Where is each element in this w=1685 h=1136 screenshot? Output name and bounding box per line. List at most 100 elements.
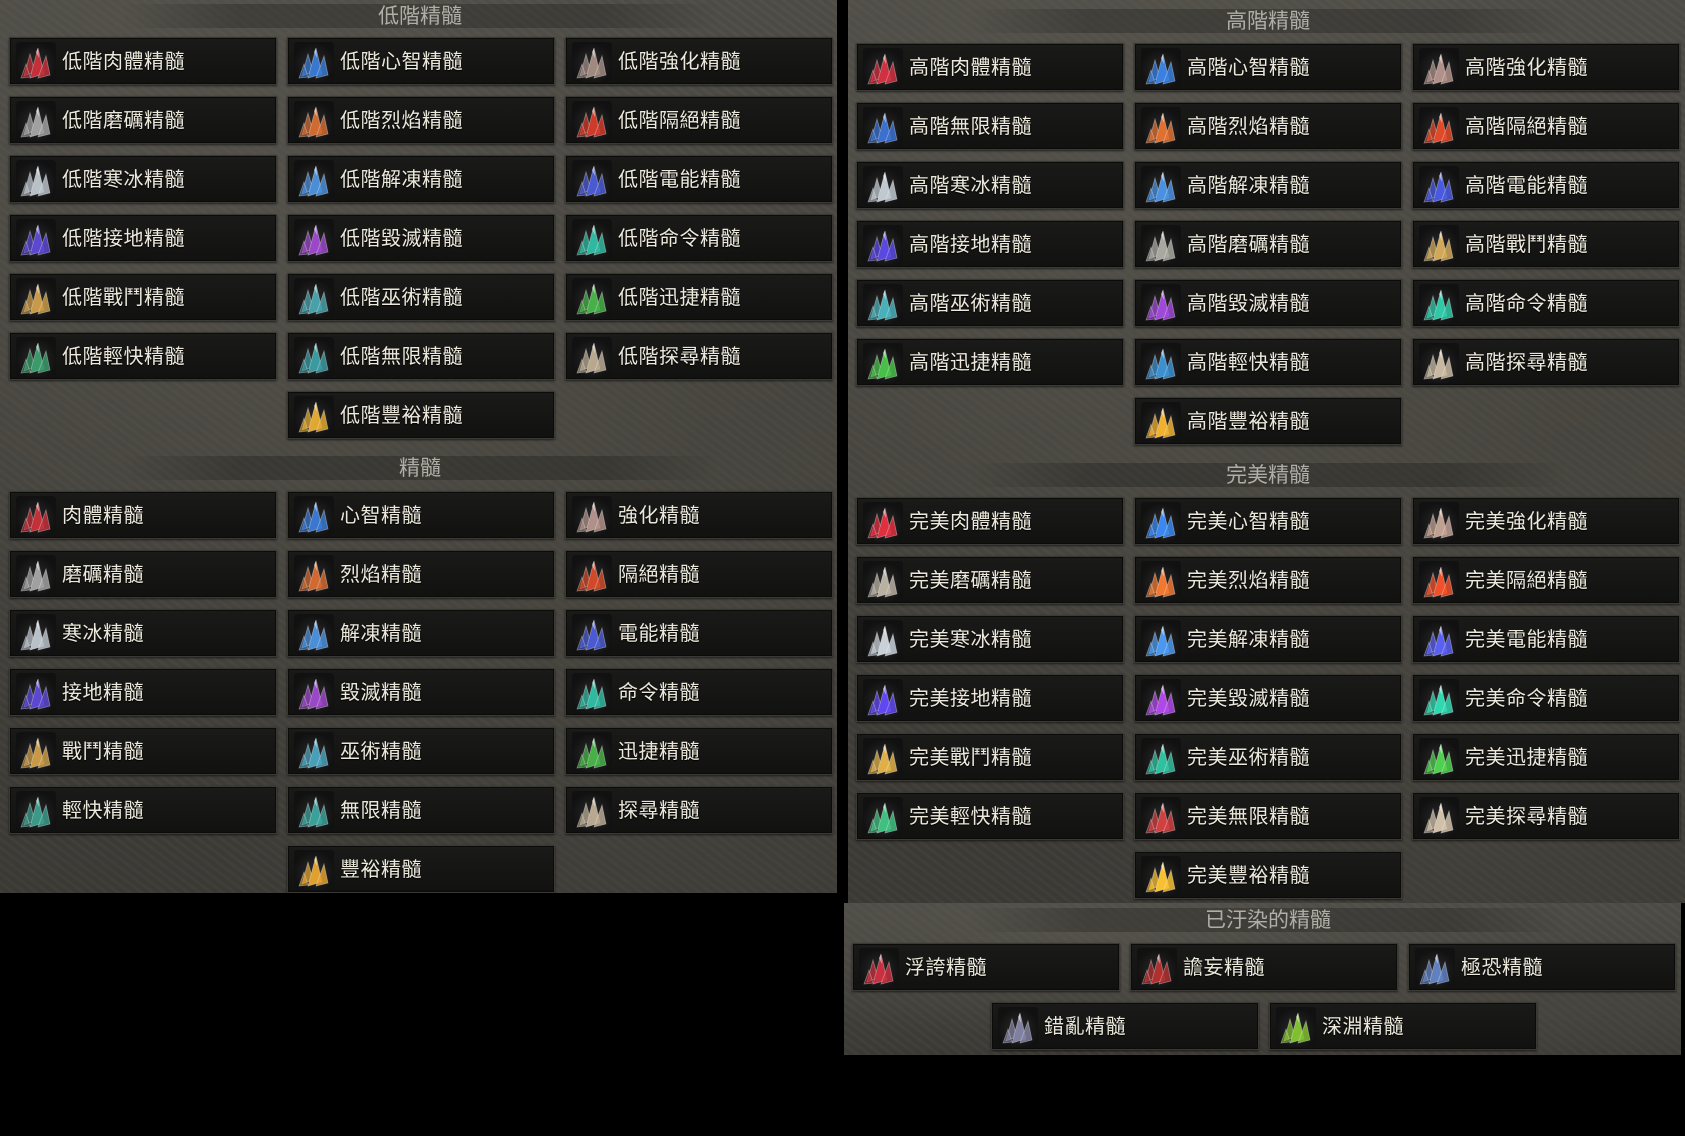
essence-item[interactable]: 低階探尋精髓 xyxy=(565,332,833,380)
essence-item[interactable]: 錯亂精髓 xyxy=(991,1002,1259,1050)
essence-item[interactable]: 低階隔絕精髓 xyxy=(565,96,833,144)
essence-item[interactable]: 完美肉體精髓 xyxy=(856,497,1124,545)
essence-label: 完美接地精髓 xyxy=(909,686,1032,710)
essence-item[interactable]: 高階巫術精髓 xyxy=(856,279,1124,327)
essence-item[interactable]: 輕快精髓 xyxy=(9,786,277,834)
essence-label: 高階電能精髓 xyxy=(1465,173,1588,197)
essence-item[interactable]: 低階接地精髓 xyxy=(9,214,277,262)
essence-item[interactable]: 高階強化精髓 xyxy=(1412,43,1680,91)
essence-item[interactable]: 完美毀滅精髓 xyxy=(1134,674,1402,722)
essence-item[interactable]: 毀滅精髓 xyxy=(287,668,555,716)
essence-item[interactable]: 低階命令精髓 xyxy=(565,214,833,262)
essence-item[interactable]: 高階隔絕精髓 xyxy=(1412,102,1680,150)
essence-label: 完美探尋精髓 xyxy=(1465,804,1588,828)
essence-item[interactable]: 高階肉體精髓 xyxy=(856,43,1124,91)
essence-item[interactable]: 解凍精髓 xyxy=(287,609,555,657)
essence-item[interactable]: 高階無限精髓 xyxy=(856,102,1124,150)
essence-item[interactable]: 高階輕快精髓 xyxy=(1134,338,1402,386)
essence-item[interactable]: 高階戰鬥精髓 xyxy=(1412,220,1680,268)
essence-item[interactable]: 完美巫術精髓 xyxy=(1134,733,1402,781)
essence-item[interactable]: 低階迅捷精髓 xyxy=(565,273,833,321)
essence-item[interactable]: 心智精髓 xyxy=(287,491,555,539)
essence-item[interactable]: 低階無限精髓 xyxy=(287,332,555,380)
essence-item[interactable]: 深淵精髓 xyxy=(1269,1002,1537,1050)
essence-item[interactable]: 低階豐裕精髓 xyxy=(287,391,555,439)
essence-item[interactable]: 低階戰鬥精髓 xyxy=(9,273,277,321)
essence-item[interactable]: 譫妄精髓 xyxy=(1130,943,1398,991)
essence-item[interactable]: 完美電能精髓 xyxy=(1412,615,1680,663)
essence-item[interactable]: 低階寒冰精髓 xyxy=(9,155,277,203)
essence-item[interactable]: 高階烈焰精髓 xyxy=(1134,102,1402,150)
essence-item[interactable]: 高階接地精髓 xyxy=(856,220,1124,268)
essence-item[interactable]: 隔絕精髓 xyxy=(565,550,833,598)
essence-item[interactable]: 低階烈焰精髓 xyxy=(287,96,555,144)
essence-item[interactable]: 低階磨礪精髓 xyxy=(9,96,277,144)
essence-item[interactable]: 完美磨礪精髓 xyxy=(856,556,1124,604)
essence-item[interactable]: 完美戰鬥精髓 xyxy=(856,733,1124,781)
essence-item[interactable]: 高階寒冰精髓 xyxy=(856,161,1124,209)
essence-crystal-icon xyxy=(294,850,334,890)
essence-crystal-icon xyxy=(294,614,334,654)
essence-item[interactable]: 高階豐裕精髓 xyxy=(1134,397,1402,445)
essence-item[interactable]: 低階肉體精髓 xyxy=(9,37,277,85)
essence-label: 毀滅精髓 xyxy=(340,680,422,704)
essence-item[interactable]: 完美探尋精髓 xyxy=(1412,792,1680,840)
essence-crystal-icon xyxy=(863,48,903,88)
essence-item[interactable]: 磨礪精髓 xyxy=(9,550,277,598)
essence-crystal-icon xyxy=(294,101,334,141)
essence-item[interactable]: 低階輕快精髓 xyxy=(9,332,277,380)
essence-label: 完美電能精髓 xyxy=(1465,627,1588,651)
essence-label: 低階心智精髓 xyxy=(340,49,463,73)
essence-item[interactable]: 完美隔絕精髓 xyxy=(1412,556,1680,604)
essence-item[interactable]: 完美寒冰精髓 xyxy=(856,615,1124,663)
essence-item[interactable]: 無限精髓 xyxy=(287,786,555,834)
essence-item[interactable]: 浮誇精髓 xyxy=(852,943,1120,991)
essence-item[interactable]: 完美豐裕精髓 xyxy=(1134,851,1402,899)
essence-item[interactable]: 高階迅捷精髓 xyxy=(856,338,1124,386)
essence-item[interactable]: 高階解凍精髓 xyxy=(1134,161,1402,209)
essence-crystal-icon xyxy=(1141,738,1181,778)
essence-label: 高階接地精髓 xyxy=(909,232,1032,256)
essence-item[interactable]: 極恐精髓 xyxy=(1408,943,1676,991)
essence-item[interactable]: 完美解凍精髓 xyxy=(1134,615,1402,663)
essence-item[interactable]: 強化精髓 xyxy=(565,491,833,539)
essence-item[interactable]: 完美烈焰精髓 xyxy=(1134,556,1402,604)
essence-item[interactable]: 命令精髓 xyxy=(565,668,833,716)
essence-item[interactable]: 低階巫術精髓 xyxy=(287,273,555,321)
essence-item[interactable]: 巫術精髓 xyxy=(287,727,555,775)
essence-item[interactable]: 低階毀滅精髓 xyxy=(287,214,555,262)
essence-item[interactable]: 迅捷精髓 xyxy=(565,727,833,775)
essence-label: 低階毀滅精髓 xyxy=(340,226,463,250)
essence-item[interactable]: 高階探尋精髓 xyxy=(1412,338,1680,386)
essence-label: 完美解凍精髓 xyxy=(1187,627,1310,651)
essence-item[interactable]: 完美無限精髓 xyxy=(1134,792,1402,840)
essence-item[interactable]: 探尋精髓 xyxy=(565,786,833,834)
essence-item[interactable]: 低階心智精髓 xyxy=(287,37,555,85)
essence-item[interactable]: 電能精髓 xyxy=(565,609,833,657)
essence-item[interactable]: 低階電能精髓 xyxy=(565,155,833,203)
essence-item[interactable]: 高階電能精髓 xyxy=(1412,161,1680,209)
essence-item[interactable]: 完美輕快精髓 xyxy=(856,792,1124,840)
essence-item[interactable]: 高階心智精髓 xyxy=(1134,43,1402,91)
essence-item[interactable]: 完美迅捷精髓 xyxy=(1412,733,1680,781)
essence-item[interactable]: 戰鬥精髓 xyxy=(9,727,277,775)
essence-item[interactable]: 完美心智精髓 xyxy=(1134,497,1402,545)
essence-item[interactable]: 接地精髓 xyxy=(9,668,277,716)
essence-item[interactable]: 寒冰精髓 xyxy=(9,609,277,657)
essence-item[interactable]: 完美強化精髓 xyxy=(1412,497,1680,545)
essence-item[interactable]: 完美接地精髓 xyxy=(856,674,1124,722)
essence-item[interactable]: 豐裕精髓 xyxy=(287,845,555,893)
essence-item[interactable]: 高階磨礪精髓 xyxy=(1134,220,1402,268)
essence-item[interactable]: 低階強化精髓 xyxy=(565,37,833,85)
essence-item[interactable]: 肉體精髓 xyxy=(9,491,277,539)
essence-item[interactable]: 完美命令精髓 xyxy=(1412,674,1680,722)
essence-item[interactable]: 烈焰精髓 xyxy=(287,550,555,598)
essence-crystal-icon xyxy=(294,791,334,831)
essence-crystal-icon xyxy=(16,278,56,318)
essence-item[interactable]: 高階毀滅精髓 xyxy=(1134,279,1402,327)
essence-label: 戰鬥精髓 xyxy=(62,739,144,763)
essence-crystal-icon xyxy=(1419,797,1459,837)
essence-item[interactable]: 高階命令精髓 xyxy=(1412,279,1680,327)
essence-label: 高階烈焰精髓 xyxy=(1187,114,1310,138)
essence-item[interactable]: 低階解凍精髓 xyxy=(287,155,555,203)
